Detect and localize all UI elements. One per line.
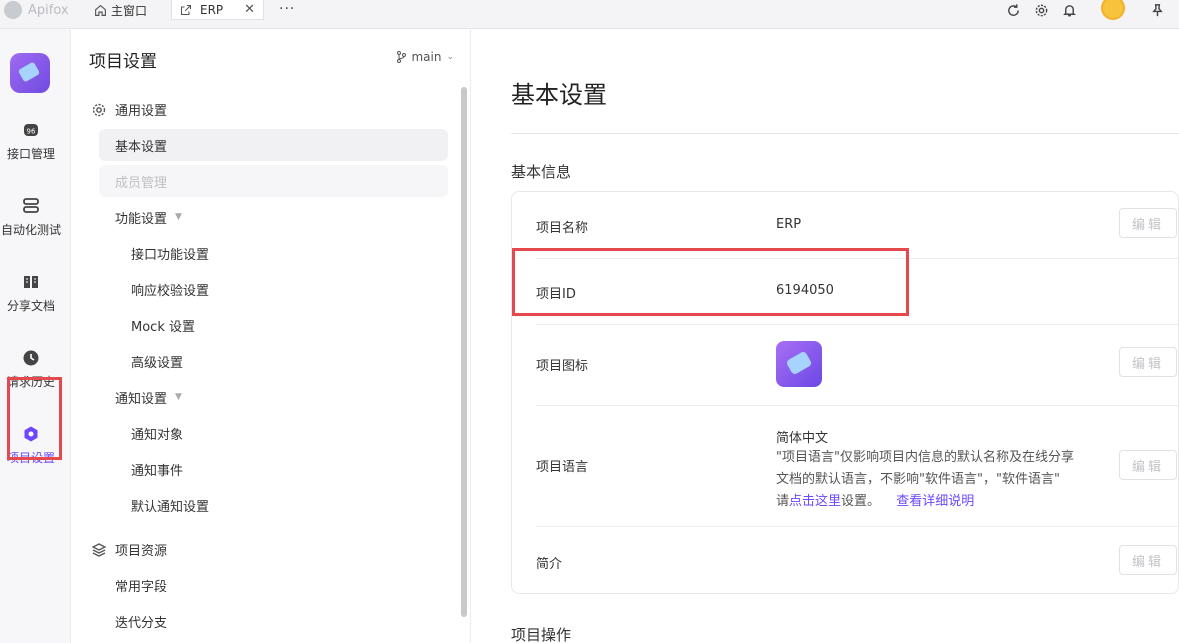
branch-selector[interactable]: main ⌄ <box>396 50 454 64</box>
project-ops-title: 项目操作 <box>511 626 572 643</box>
sidebar-scrollbar[interactable] <box>461 87 467 617</box>
annotation-highlight-project-id <box>512 248 909 316</box>
basic-info-title: 基本信息 <box>511 163 572 181</box>
brand-name: Apifox <box>28 2 69 18</box>
divider <box>511 133 1179 134</box>
nav-common-fields[interactable]: 常用字段 <box>99 569 448 601</box>
automation-icon <box>23 198 39 213</box>
pin-icon[interactable] <box>1149 2 1165 18</box>
sidebar-title: 项目设置 <box>89 52 157 72</box>
brand: Apifox <box>4 0 69 20</box>
settings-sidebar: 项目设置 main ⌄ 通用设置 基本设置 成员管理 功能设置 ▼ 接口功能设置… <box>71 29 471 643</box>
row-label: 项目图标 <box>536 359 589 374</box>
nav-notify-event[interactable]: 通知事件 <box>99 453 448 485</box>
project-icon <box>776 341 822 387</box>
api-icon: 96 <box>24 124 38 136</box>
tab-erp-label: ERP <box>200 2 224 17</box>
row-project-language: 项目语言 简体中文 "项目语言"仅影响项目内信息的默认名称及在线分享文档的默认语… <box>536 406 1178 527</box>
tab-home-label: 主窗口 <box>111 3 148 18</box>
close-icon[interactable]: ✕ <box>244 2 255 17</box>
nav-notify-settings-label: 通知设置 <box>115 391 168 407</box>
nav-notify-settings[interactable]: 通知设置 ▼ <box>99 381 448 413</box>
nav-default-notify[interactable]: 默认通知设置 <box>99 489 448 521</box>
section-resources: 项目资源 <box>91 540 167 559</box>
external-link-icon <box>180 4 192 15</box>
project-name-value: ERP <box>776 217 802 232</box>
svg-text:96: 96 <box>27 128 36 136</box>
section-resources-label: 项目资源 <box>115 544 168 559</box>
caret-down-icon: ▼ <box>175 212 182 222</box>
chevron-down-icon: ⌄ <box>446 52 454 62</box>
row-label: 项目语言 <box>536 460 589 475</box>
apifox-logo-icon <box>4 1 22 19</box>
clock-icon <box>23 350 39 366</box>
book-icon <box>24 276 38 288</box>
more-tabs-button[interactable]: ··· <box>279 1 295 17</box>
main-content: 基本设置 基本信息 项目名称 ERP 编辑 项目ID 6194050 项目图标 … <box>472 29 1179 643</box>
nav-notify-target[interactable]: 通知对象 <box>99 417 448 449</box>
refresh-icon[interactable] <box>1005 2 1021 18</box>
rail-item-label: 接口管理 <box>6 147 55 161</box>
rail-item-share-docs[interactable]: 分享文档 <box>0 273 62 314</box>
row-project-icon: 项目图标 编辑 <box>536 325 1178 406</box>
bell-icon[interactable] <box>1061 2 1077 18</box>
row-label: 简介 <box>536 557 563 572</box>
project-logo-icon[interactable] <box>10 53 50 93</box>
tab-home[interactable]: 主窗口 <box>94 0 147 20</box>
rail-item-automation[interactable]: 自动化测试 <box>0 197 62 238</box>
click-here-link[interactable]: 点击这里 <box>789 494 841 509</box>
page-title: 基本设置 <box>511 81 607 109</box>
branch-name: main <box>411 50 442 64</box>
nav-basic-settings[interactable]: 基本设置 <box>99 129 448 161</box>
row-label: 项目名称 <box>536 221 589 236</box>
caret-down-icon: ▼ <box>175 392 182 402</box>
language-value: 简体中文 <box>776 431 829 446</box>
edit-icon-button[interactable]: 编辑 <box>1119 347 1177 377</box>
nav-advanced-settings[interactable]: 高级设置 <box>99 345 448 377</box>
gear-icon <box>92 103 106 116</box>
rail-item-label: 分享文档 <box>6 299 55 313</box>
edit-intro-button[interactable]: 编辑 <box>1119 545 1177 575</box>
rail-item-label: 自动化测试 <box>0 223 61 237</box>
nav-iteration-branch[interactable]: 迭代分支 <box>99 605 448 637</box>
left-rail: 96 接口管理 自动化测试 分享文档 请求历史 项目设置 <box>0 29 71 643</box>
language-description: "项目语言"仅影响项目内信息的默认名称及在线分享文档的默认语言，不影响"软件语言… <box>776 447 1076 513</box>
nav-response-validation[interactable]: 响应校验设置 <box>99 273 448 305</box>
avatar[interactable] <box>1101 0 1125 20</box>
annotation-highlight-project-settings <box>7 377 62 460</box>
gear-icon[interactable] <box>1033 2 1049 18</box>
branch-icon <box>397 51 407 63</box>
edit-language-button[interactable]: 编辑 <box>1119 450 1177 480</box>
row-project-intro: 简介 编辑 <box>536 527 1178 593</box>
rail-item-api[interactable]: 96 接口管理 <box>0 121 62 162</box>
top-actions <box>1005 0 1165 20</box>
nav-api-feature-settings[interactable]: 接口功能设置 <box>99 237 448 269</box>
nav-feature-settings-label: 功能设置 <box>115 211 168 227</box>
nav-mock-settings[interactable]: Mock 设置 <box>99 309 448 341</box>
view-details-link[interactable]: 查看详细说明 <box>896 494 974 509</box>
language-desc-tail: 设置。 <box>841 494 881 509</box>
layers-icon <box>91 542 107 557</box>
top-bar: Apifox 主窗口 ERP ✕ ··· <box>0 0 1179 29</box>
nav-member-management[interactable]: 成员管理 <box>99 165 448 197</box>
nav-feature-settings[interactable]: 功能设置 ▼ <box>99 201 448 233</box>
section-general-label: 通用设置 <box>115 104 168 119</box>
home-icon <box>95 4 106 16</box>
tab-erp[interactable]: ERP ✕ <box>171 0 264 20</box>
edit-name-button[interactable]: 编辑 <box>1119 208 1177 238</box>
section-general: 通用设置 <box>91 100 167 119</box>
